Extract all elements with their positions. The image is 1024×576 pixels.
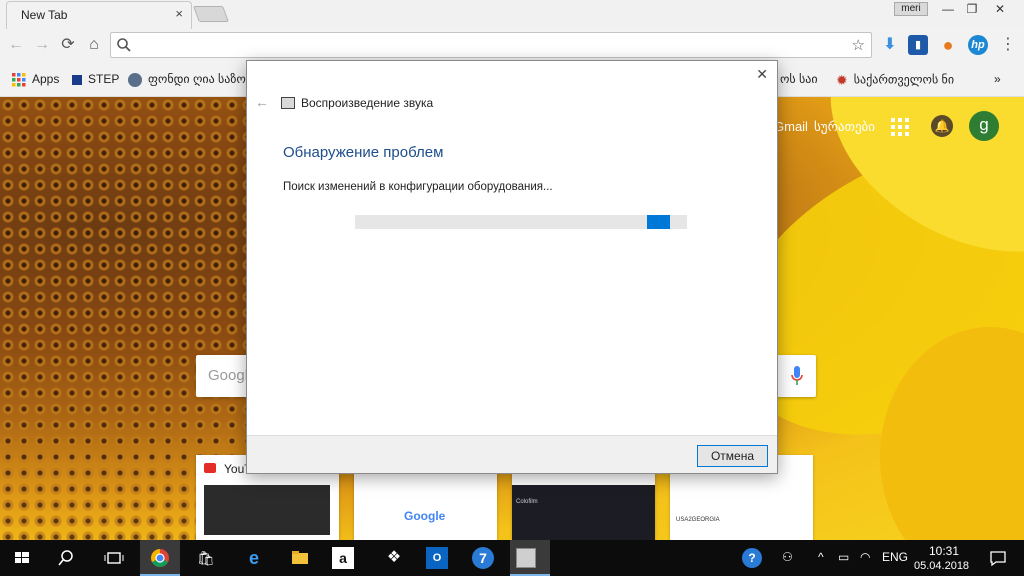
download-extension-icon[interactable]: ⬇ <box>880 35 900 55</box>
bookmark-step[interactable]: STEP <box>72 72 119 86</box>
bookmark-extension-icon[interactable]: ▮ <box>908 35 928 55</box>
title-bar: New Tab × meri — ❐ ✕ <box>0 0 1024 29</box>
images-link[interactable]: სურათები <box>814 119 875 135</box>
bookmark-georgia-label: საქართველოს ნი <box>853 72 955 87</box>
bookmark-fund[interactable]: ფონდი ღია საზოგ <box>128 72 253 87</box>
chrome-menu-icon[interactable]: ⋮ <box>996 33 1020 57</box>
tab-new-tab[interactable]: New Tab × <box>6 1 192 29</box>
search-icon <box>117 38 131 52</box>
gear-favicon-icon: ✹ <box>836 72 848 88</box>
bookmark-fund-label: ფონდი ღია საზოგ <box>148 72 253 86</box>
youtube-favicon-icon <box>204 463 216 473</box>
apps-grid-icon <box>12 72 26 87</box>
microphone-icon[interactable] <box>790 365 804 387</box>
dialog-footer: Отмена <box>247 435 777 473</box>
chevron-up-icon[interactable]: ^ <box>818 550 824 564</box>
store-icon[interactable]: 🛍 <box>192 544 220 572</box>
windows-taskbar: 🛍 e a ❖ O 7 ? ⚇ ^ ▭ ◠ ENG 10:31 05.04.20… <box>0 540 1024 576</box>
bookmark-georgia[interactable]: ✹ საქართველოს ნი <box>836 72 954 89</box>
new-tab-button[interactable] <box>193 6 229 22</box>
dialog-status-text: Поиск изменений в конфигурации оборудова… <box>283 181 553 193</box>
tile-thumbnail-text: Colofilm <box>516 499 538 505</box>
bookmark-step-label: STEP <box>88 72 120 86</box>
hp-extension-icon[interactable]: hp <box>968 35 988 55</box>
bookmark-star-icon[interactable]: ☆ <box>852 36 865 54</box>
dialog-back-button[interactable]: ← <box>255 94 269 110</box>
tile-thumbnail <box>512 485 655 540</box>
troubleshooter-taskbar-icon[interactable] <box>516 548 536 568</box>
dialog-heading: Обнаружение проблем <box>283 144 444 161</box>
address-bar[interactable]: ☆ <box>110 32 872 58</box>
dialog-close-button[interactable]: ✕ <box>756 66 768 83</box>
close-window-button[interactable]: ✕ <box>986 0 1014 18</box>
language-indicator[interactable]: ENG <box>882 550 908 564</box>
bookmark-right1-label: ოს საი <box>780 72 818 86</box>
windows-start-icon[interactable] <box>8 544 36 572</box>
tab-close-icon[interactable]: × <box>175 6 183 21</box>
wifi-icon[interactable]: ◠ <box>860 550 870 564</box>
basketball-extension-icon[interactable]: ● <box>938 35 958 55</box>
clock-time[interactable]: 10:31 <box>929 544 959 558</box>
bookmarks-overflow-button[interactable]: » <box>994 72 1001 86</box>
tile-thumbnail <box>204 485 330 535</box>
restore-button[interactable]: ❐ <box>958 0 986 18</box>
task-view-icon[interactable] <box>100 544 128 572</box>
amazon-icon[interactable]: a <box>332 547 354 569</box>
notifications-bell-icon[interactable]: 🔔 <box>931 115 953 137</box>
fund-favicon-icon <box>128 72 142 87</box>
account-avatar[interactable]: g <box>969 111 999 141</box>
tile-thumbnail-text: USA2GEORGIA <box>676 517 720 523</box>
step-favicon-icon <box>72 74 82 85</box>
tile-thumbnail-logo: Google <box>404 509 446 523</box>
dialog-app-title: Воспроизведение звука <box>301 96 434 110</box>
back-button[interactable]: ← <box>4 33 28 57</box>
browser-toolbar: ← → ⟳ ⌂ ☆ ⬇ ▮ ● hp ⋮ <box>0 29 1024 61</box>
action-center-icon[interactable] <box>984 544 1012 572</box>
home-button[interactable]: ⌂ <box>82 33 106 57</box>
outlook-icon[interactable]: O <box>426 547 448 569</box>
progress-bar-fill <box>647 215 670 229</box>
bookmark-apps[interactable]: Apps <box>12 72 59 87</box>
google-apps-icon[interactable] <box>891 118 909 136</box>
forward-button[interactable]: → <box>30 33 54 57</box>
bookmark-apps-label: Apps <box>32 72 60 86</box>
bookmark-right1[interactable]: ოს საი <box>780 72 818 86</box>
profile-button[interactable]: meri <box>894 2 928 16</box>
chrome-icon[interactable] <box>146 544 174 572</box>
edge-icon[interactable]: e <box>240 544 268 572</box>
progress-bar <box>355 215 687 229</box>
cancel-button[interactable]: Отмена <box>697 445 768 467</box>
help-icon[interactable]: ? <box>742 548 762 568</box>
troubleshooter-dialog: ✕ ← Воспроизведение звука Обнаружение пр… <box>246 60 778 474</box>
battery-icon[interactable]: ▭ <box>838 550 849 564</box>
search-icon[interactable] <box>52 544 80 572</box>
dropbox-icon[interactable]: ❖ <box>380 544 408 572</box>
clock-date[interactable]: 05.04.2018 <box>914 560 969 572</box>
tab-title: New Tab <box>21 8 68 22</box>
app-7-icon[interactable]: 7 <box>472 547 494 569</box>
gmail-link[interactable]: Gmail <box>774 119 808 134</box>
troubleshooter-app-icon <box>281 97 295 109</box>
file-explorer-icon[interactable] <box>286 544 314 572</box>
people-icon[interactable]: ⚇ <box>782 550 793 564</box>
reload-button[interactable]: ⟳ <box>56 33 80 57</box>
